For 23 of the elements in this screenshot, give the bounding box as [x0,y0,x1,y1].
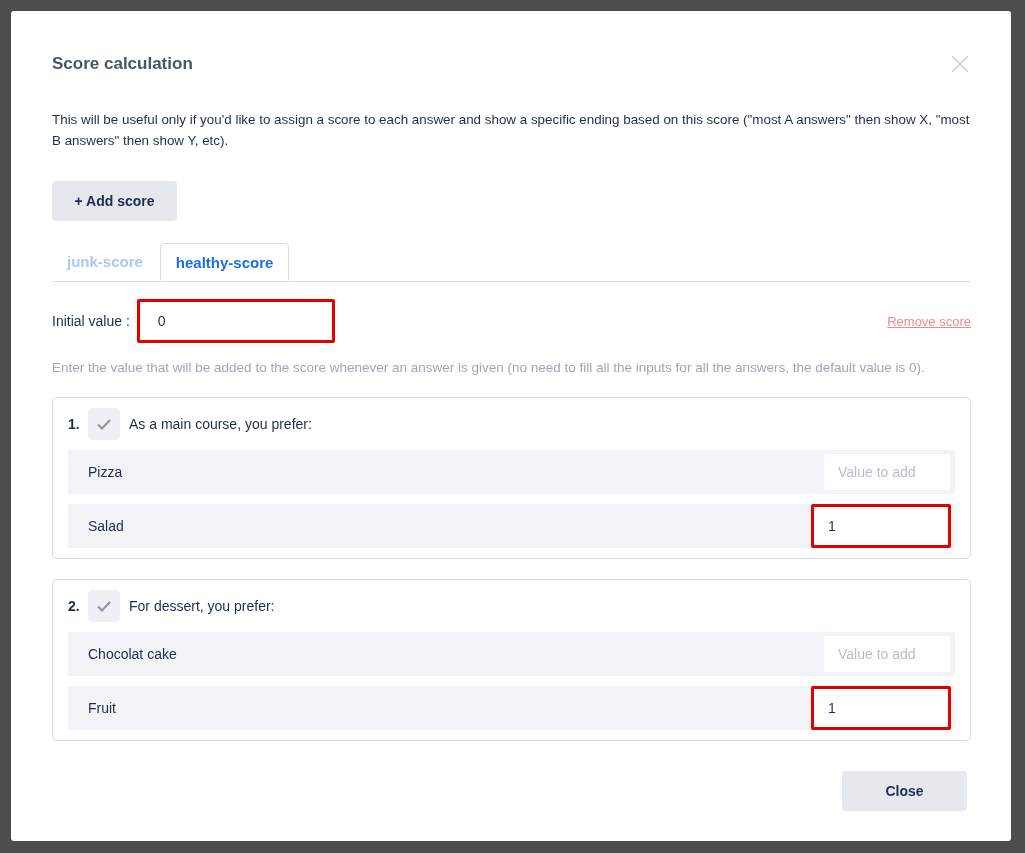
value-input-field[interactable]: Value to add [823,453,951,491]
hint-text: Enter the value that will be added to the score whenever an answer is given (no need to fill all the inputs for all the answers, the default value is 0). [52,359,926,377]
description-text: This will be useful only if you'd like to assign a score to each answer and show a specific ending based on this score ("most A answers" then show X, "most B answers" then show Y, etc). [52,111,971,150]
question-number: 1. [68,416,81,432]
value-input-field[interactable]: 1 [811,504,951,548]
add-score-button[interactable]: + Add score [52,181,177,221]
answer-label: Salad [88,518,124,534]
question-number: 2. [68,598,81,614]
answer-label: Fruit [88,700,116,716]
value-input-field[interactable]: Value to add [823,635,951,673]
close-button[interactable]: Close [842,771,967,811]
question-text: For dessert, you prefer: [129,598,275,614]
initial-value-label: Initial value : [52,313,130,329]
dialog-title: Score calculation [52,53,193,74]
question-text: As a main course, you prefer: [129,416,312,432]
initial-value-field[interactable]: 0 [136,299,335,343]
answer-label: Pizza [88,464,123,480]
score-tab[interactable]: healthy-score [159,243,290,281]
close-icon[interactable] [951,54,969,73]
value-input-field[interactable]: 1 [811,686,951,730]
checkmark-icon [88,590,120,622]
answer-label: Chocolat cake [88,646,177,662]
checkmark-icon [88,408,120,440]
